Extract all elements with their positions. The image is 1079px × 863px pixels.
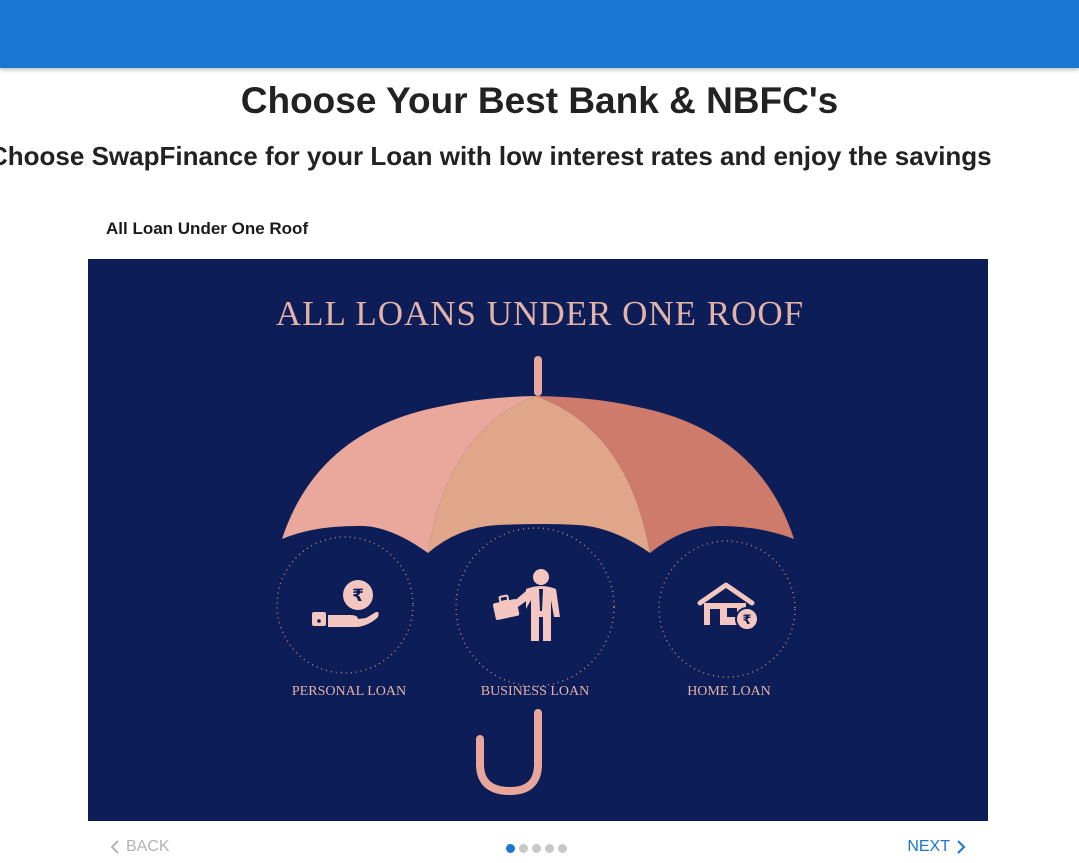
step-dot-4: [545, 844, 554, 853]
next-button[interactable]: NEXT: [907, 838, 966, 856]
svg-text:₹: ₹: [742, 613, 751, 628]
carousel-slide: ALL LOANS UNDER ONE ROOF ₹ ₹ PERSONAL LO…: [88, 259, 988, 821]
umbrella-tip: [534, 356, 542, 396]
back-button[interactable]: BACK: [110, 838, 170, 856]
step-dot-3: [532, 844, 541, 853]
back-button-label: BACK: [126, 838, 170, 855]
chevron-right-icon: [957, 840, 966, 854]
step-dot-2: [519, 844, 528, 853]
page-title: Choose Your Best Bank & NBFC's: [240, 80, 839, 121]
step-dot-1: [506, 844, 515, 853]
personal-loan-label: PERSONAL LOAN: [292, 684, 406, 699]
carousel-stepper: BACK NEXT: [88, 832, 988, 863]
next-button-label: NEXT: [907, 838, 950, 855]
business-loan-label: BUSINESS LOAN: [481, 684, 590, 699]
step-dot-5: [558, 844, 567, 853]
page-subtitle: Choose SwapFinance for your Loan with lo…: [0, 141, 992, 171]
step-label: All Loan Under One Roof: [106, 219, 309, 238]
umbrella-illustration: ALL LOANS UNDER ONE ROOF ₹ ₹ PERSONAL LO…: [88, 259, 988, 821]
app-bar: [0, 0, 1079, 68]
step-dots: [506, 844, 567, 853]
svg-text:₹: ₹: [352, 586, 364, 606]
slide-heading: ALL LOANS UNDER ONE ROOF: [276, 294, 804, 333]
chevron-left-icon: [110, 840, 119, 854]
home-loan-label: HOME LOAN: [687, 684, 771, 699]
